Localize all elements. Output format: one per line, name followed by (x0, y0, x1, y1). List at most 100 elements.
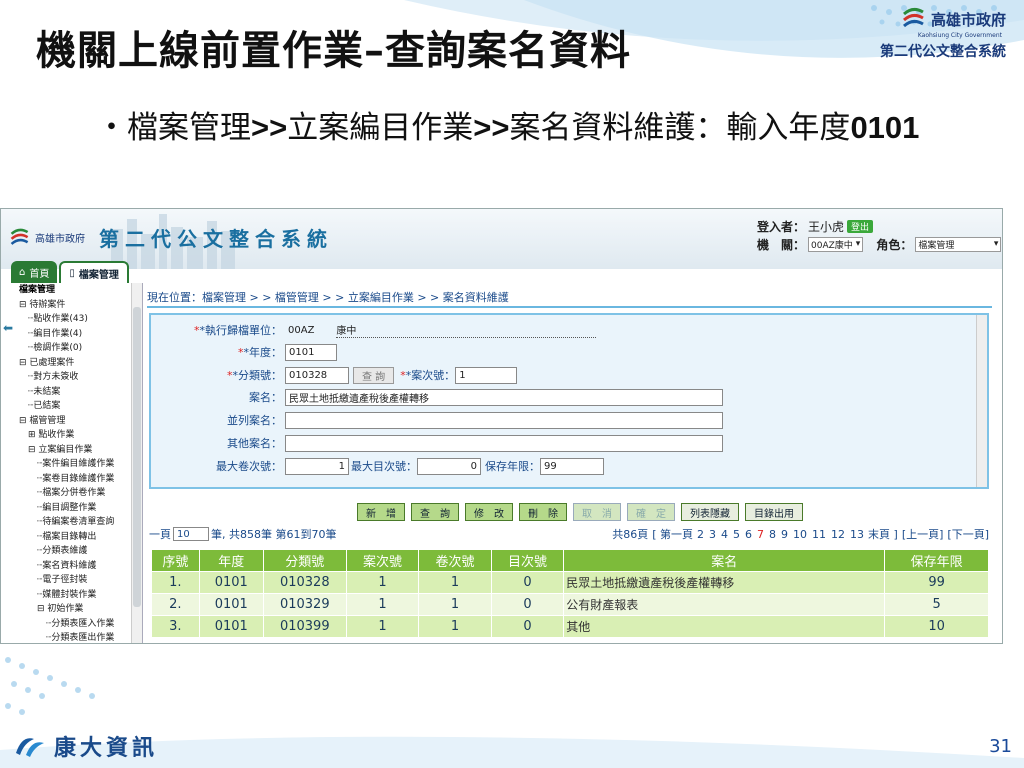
sidebar-scroll-thumb[interactable] (133, 307, 141, 607)
app-logo: 高雄市政府 第二代公文整合系統 (9, 223, 333, 252)
column-header[interactable]: 目次號 (490, 549, 565, 572)
org-select[interactable]: 00AZ康中 ▾ (808, 236, 864, 252)
bullet-sep1: >> (251, 110, 288, 145)
sidebar-item[interactable]: ┈待編案卷清單查詢 (19, 515, 142, 530)
page-link[interactable]: 13 (850, 528, 864, 541)
column-header[interactable]: 案次號 (345, 549, 420, 572)
sidebar-collapse-arrow-icon[interactable]: ⬅ (3, 321, 15, 335)
table-cell: 2. (151, 593, 200, 616)
sidebar-item[interactable]: ┈檢調作業(0) (19, 341, 142, 356)
bullet-year: 0101 (850, 110, 920, 145)
page-link[interactable]: 2 (697, 528, 704, 541)
sidebar-item[interactable]: ⊟ 立案編目作業 (19, 443, 142, 458)
column-header[interactable]: 序號 (151, 549, 200, 572)
page-link[interactable]: 3 (709, 528, 716, 541)
logout-button[interactable]: 登出 (847, 219, 874, 233)
query-button[interactable]: 查 詢 (411, 503, 459, 521)
directory-export-button[interactable]: 目錄出用 (745, 503, 803, 521)
sidebar-item[interactable]: ⊟ 已處理案件 (19, 356, 142, 371)
sidebar-item[interactable]: ┈案件編目維護作業 (19, 457, 142, 472)
sidebar-item[interactable]: ┈電子徑封裝 (19, 573, 142, 588)
table-cell: 1. (151, 571, 200, 594)
add-button[interactable]: 新 增 (357, 503, 405, 521)
max-vol-input[interactable]: 1 (285, 457, 349, 475)
next-page-link[interactable]: [下一頁] (947, 526, 989, 542)
class-input[interactable]: 010328 (285, 366, 349, 384)
sidebar-item[interactable]: ┈已結案 (19, 399, 142, 414)
kaohsiung-logo-icon (902, 7, 924, 28)
table-cell: 010399 (262, 615, 347, 638)
slide: 機關上線前置作業–查詢案名資料 高雄市政府 Kaohsiung City Gov… (0, 0, 1024, 768)
column-header[interactable]: 分類號 (262, 549, 347, 572)
first-page-link[interactable]: [ 第一頁 (652, 526, 693, 542)
table-row[interactable]: 3. 0101 010399 1 1 0 其他 10 (151, 615, 989, 638)
sidebar-item[interactable]: ⊟ 檔管管理 (19, 414, 142, 429)
sidebar-item[interactable]: ┈對方未簽收 (19, 370, 142, 385)
max-dir-input[interactable]: 0 (417, 457, 481, 475)
prev-page-link[interactable]: [上一頁] (902, 526, 944, 542)
hide-list-button[interactable]: 列表隱藏 (681, 503, 739, 521)
sidebar-item[interactable]: ┈案名資料維護 (19, 559, 142, 574)
page-link[interactable]: 10 (793, 528, 807, 541)
alt-name-input[interactable] (285, 411, 723, 429)
table-cell: 1 (345, 615, 420, 638)
page-link[interactable]: 7 (757, 528, 764, 541)
company-name: 康大資訊 (54, 736, 159, 761)
column-header[interactable]: 案名 (563, 549, 886, 572)
tab-home[interactable]: ⌂ 首頁 (11, 261, 58, 283)
page-link[interactable]: 4 (721, 528, 728, 541)
table-row[interactable]: 1. 0101 010328 1 1 0 民眾土地抵繳遺產稅後產權轉移 99 (151, 571, 989, 594)
sidebar-item[interactable]: ┈媒體封裝作業 (19, 588, 142, 603)
table-cell: 10 (884, 615, 989, 638)
sidebar-item[interactable]: ┈檔案目錄轉出 (19, 530, 142, 545)
edit-button[interactable]: 修 改 (465, 503, 513, 521)
column-header[interactable]: 保存年限 (884, 549, 989, 572)
column-header[interactable]: 年度 (198, 549, 264, 572)
keep-input[interactable]: 99 (540, 457, 604, 475)
home-icon: ⌂ (19, 266, 26, 278)
sidebar-item[interactable]: ┈分類表維護 (19, 544, 142, 559)
table-row[interactable]: 2. 0101 010329 1 1 0 公有財產報表 5 (151, 593, 989, 616)
sidebar-item[interactable]: ┈未結案 (19, 385, 142, 400)
gov-name: 高雄市政府 (930, 10, 1006, 29)
bullet-sep2: >> (473, 110, 510, 145)
tab-file-management[interactable]: ▯ 檔案管理 (59, 261, 129, 283)
page-link[interactable]: 5 (733, 528, 740, 541)
page-link[interactable]: 9 (781, 528, 788, 541)
name-input[interactable]: 民眾土地抵繳遺產稅後產權轉移 (285, 388, 723, 406)
sidebar-item[interactable]: ┈分類表匯入作業 (19, 617, 142, 632)
sidebar-item[interactable]: ⊞ 點收作業 (19, 428, 142, 443)
cancel-button[interactable]: 取 消 (573, 503, 621, 521)
sidebar-item[interactable]: ┈編目作業(4) (19, 327, 142, 342)
sidebar-item[interactable]: ⊟ 待辦案件 (19, 298, 142, 313)
sidebar-item[interactable]: ┈檔案分併卷作業 (19, 486, 142, 501)
delete-button[interactable]: 刪 除 (519, 503, 567, 521)
confirm-button[interactable]: 確 定 (627, 503, 675, 521)
year-input[interactable]: 0101 (285, 343, 337, 361)
tab-home-label: 首頁 (29, 268, 50, 280)
total-pages: 共86頁 (612, 528, 649, 541)
sidebar-item[interactable]: ┈案卷目錄維護作業 (19, 472, 142, 487)
column-header[interactable]: 卷次號 (418, 549, 492, 572)
last-page-link[interactable]: 末頁 ] (868, 526, 898, 542)
per-page-input[interactable]: 10 (173, 527, 209, 541)
page-link[interactable]: 6 (745, 528, 752, 541)
sidebar-item[interactable]: ⊟ 初始作業 (19, 602, 142, 617)
sidebar-tree: 檔案管理 ⊟ 待辦案件 ┈點收作業(43) ┈編目作業(4) ┈檢調作業(0) ⊟ … (1, 283, 143, 643)
sidebar-item[interactable]: 檔案管理 (19, 283, 142, 298)
role-select[interactable]: 檔案管理 ▾ (915, 236, 1002, 252)
class-query-button[interactable]: 查 詢 (353, 366, 395, 384)
page-link[interactable]: 11 (812, 528, 826, 541)
slide-title: 機關上線前置作業–查詢案名資料 (36, 27, 631, 74)
action-buttons: 新 增 查 詢 修 改 刪 除 取 消 確 定 列表隱藏 目錄出用 (357, 503, 803, 521)
page-link[interactable]: 12 (831, 528, 845, 541)
page-link[interactable]: 8 (769, 528, 776, 541)
sidebar-item[interactable]: ┈編目調整作業 (19, 501, 142, 516)
case-no-input[interactable]: 1 (455, 366, 518, 384)
table-cell: 公有財產報表 (563, 593, 886, 616)
sidebar-item[interactable]: ┈點收作業(43) (19, 312, 142, 327)
other-name-input[interactable] (285, 434, 723, 452)
year-label: **年度： (238, 346, 282, 359)
form-scrollbar[interactable] (976, 315, 987, 487)
sidebar-scrollbar[interactable] (131, 283, 142, 643)
